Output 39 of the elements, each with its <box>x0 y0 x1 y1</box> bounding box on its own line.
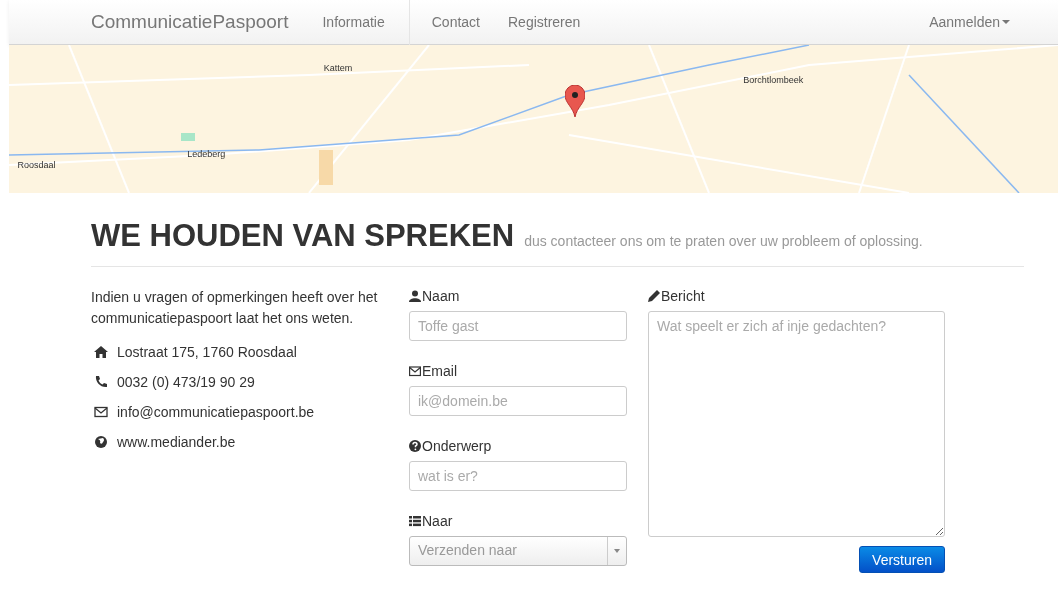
contact-text: www.mediander.be <box>117 434 236 450</box>
contact-text: 0032 (0) 473/19 90 29 <box>117 374 255 390</box>
envelope-icon <box>94 405 108 419</box>
caret-icon <box>614 549 620 553</box>
brand-link[interactable]: CommunicatiePaspoort <box>91 11 289 33</box>
select-dropdown[interactable]: Verzenden naar <box>409 536 627 566</box>
input-field[interactable]: ik@domein.be <box>409 386 627 416</box>
input-field[interactable]: Toffe gast <box>409 311 627 341</box>
globe-icon <box>94 435 108 449</box>
field-label: Naam <box>422 288 460 304</box>
map-label: Ledeberg <box>187 148 226 159</box>
user-icon <box>409 290 421 302</box>
envelope-icon <box>409 365 421 377</box>
map-label: Roosdaal <box>17 160 56 171</box>
list-icon <box>409 515 421 527</box>
map-pin-icon <box>564 85 585 117</box>
home-icon <box>94 345 108 359</box>
nav-link[interactable]: Contact <box>417 0 494 45</box>
send-button[interactable]: Versturen <box>859 546 945 573</box>
caret-icon <box>1002 20 1010 24</box>
field-label: Email <box>422 363 457 379</box>
contact-text: Lostraat 175, 1760 Roosdaal <box>117 344 297 360</box>
contact-text: info@communicatiepaspoort.be <box>117 404 315 420</box>
phone-icon <box>94 375 108 389</box>
nav-link[interactable]: Registreren <box>494 0 595 45</box>
field-label: Onderwerp <box>422 438 492 454</box>
pencil-icon <box>648 290 660 302</box>
intro-text: Indien u vragen of opmerkingen heeft over het communicatiepaspoort laat het ons weten. <box>91 288 379 328</box>
field-label: Bericht <box>661 288 705 304</box>
page-subheading: dus contacteer ons om te praten over uw probleem of oplossing. <box>524 233 923 249</box>
question-icon <box>409 440 421 452</box>
message-field[interactable]: Wat speelt er zich af inje gedachten? <box>648 311 945 537</box>
field-label: Naar <box>422 513 453 529</box>
map-label: Borchtlombeek <box>743 74 804 85</box>
page-heading: WE HOUDEN VAN SPREKEN <box>91 218 515 254</box>
input-field[interactable]: wat is er? <box>409 461 627 491</box>
login-dropdown[interactable]: Aanmelden <box>929 14 1010 30</box>
nav-link[interactable]: Informatie <box>308 0 410 45</box>
map-label: Kattem <box>323 62 353 73</box>
